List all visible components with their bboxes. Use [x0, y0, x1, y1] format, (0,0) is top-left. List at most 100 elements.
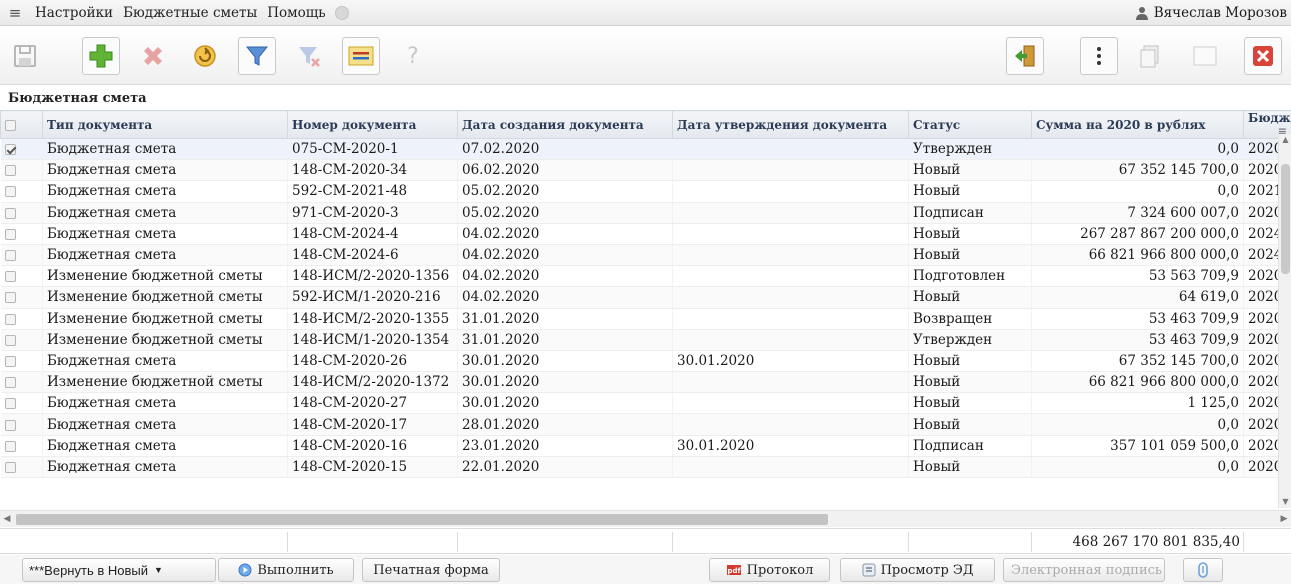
table-row[interactable]: Изменение бюджетной сметы 148-ИСМ/2-2020-… [0, 371, 1291, 394]
horizontal-scroll-thumb[interactable] [16, 514, 828, 525]
add-icon[interactable] [82, 37, 120, 75]
row-checkbox[interactable] [4, 398, 16, 410]
table-row[interactable]: Бюджетная смета 148-СМ-2020-34 06.02.2020 Н… [0, 159, 1291, 182]
table-row[interactable]: Бюджетная смета 971-СМ-2020-3 05.02.2020 По… [0, 202, 1291, 224]
column-header-status[interactable]: Статус [908, 110, 1032, 139]
column-header-number[interactable]: Номер документа [287, 110, 458, 139]
cell-approved [672, 392, 909, 415]
grid-title: Бюджетная смета [0, 86, 1291, 110]
close-icon[interactable] [1244, 37, 1282, 75]
row-checkbox-cell [0, 329, 43, 351]
cell-created: 04.02.2020 [457, 223, 673, 245]
scroll-up-icon[interactable]: ▲ [1279, 134, 1291, 146]
row-checkbox[interactable] [4, 419, 16, 431]
row-checkbox[interactable] [4, 440, 16, 452]
table-row[interactable]: Бюджетная смета 148-СМ-2024-4 04.02.2020 Но… [0, 223, 1291, 245]
cell-sum: 53 463 709,9 [1031, 329, 1244, 351]
table-row[interactable]: Бюджетная смета 148-СМ-2020-15 22.01.2020 Н… [0, 456, 1291, 479]
delete-icon[interactable] [134, 37, 172, 75]
row-checkbox[interactable] [4, 355, 16, 367]
row-checkbox[interactable] [4, 313, 16, 325]
view-ed-button[interactable]: Просмотр ЭД [840, 558, 995, 582]
table-row[interactable]: Бюджетная смета 148-СМ-2020-16 23.01.2020 3… [0, 435, 1291, 457]
protocol-button[interactable]: pdf Протокол [709, 558, 830, 582]
table-row[interactable]: Изменение бюджетной сметы 148-ИСМ/2-2020-… [0, 265, 1291, 288]
row-checkbox[interactable] [4, 292, 16, 304]
row-checkbox[interactable] [4, 186, 16, 198]
attachment-button[interactable] [1183, 558, 1223, 582]
horizontal-scrollbar[interactable]: ◀ ▶ [0, 510, 1291, 527]
document-view-icon [862, 563, 876, 577]
table-row[interactable]: Изменение бюджетной сметы 148-ИСМ/2-2020-… [0, 308, 1291, 330]
user-icon [1135, 7, 1148, 20]
e-signature-button[interactable]: Электронная подпись [1003, 558, 1165, 582]
table-row[interactable]: Бюджетная смета 148-СМ-2020-17 28.01.2020 Н… [0, 413, 1291, 436]
column-header-approved[interactable]: Дата утверждения документа [672, 110, 909, 139]
column-header-sum[interactable]: Сумма на 2020 в рублях [1031, 110, 1244, 139]
scroll-right-icon[interactable]: ▶ [1277, 511, 1291, 528]
select-all-checkbox[interactable] [5, 119, 16, 131]
row-checkbox[interactable] [4, 228, 16, 240]
table-row[interactable]: Бюджетная смета 148-СМ-2020-27 30.01.2020 Н… [0, 392, 1291, 415]
cell-type: Изменение бюджетной сметы [42, 265, 288, 288]
window-icon[interactable] [1186, 37, 1224, 75]
vertical-scroll-thumb[interactable] [1281, 164, 1290, 274]
table-row[interactable]: Бюджетная смета 148-СМ-2024-6 04.02.2020 Но… [0, 244, 1291, 267]
vertical-scrollbar[interactable]: ▲ ▼ [1278, 134, 1291, 508]
row-checkbox[interactable] [4, 207, 16, 219]
cell-created: 06.02.2020 [457, 159, 673, 182]
scroll-down-icon[interactable]: ▼ [1279, 496, 1291, 508]
table-row[interactable]: Изменение бюджетной сметы 592-ИСМ/1-2020-… [0, 286, 1291, 309]
column-header-created[interactable]: Дата создания документа [457, 110, 673, 139]
print-form-button[interactable]: Печатная форма [362, 558, 500, 582]
columns-icon[interactable] [342, 37, 380, 75]
documents-table: Тип документа Номер документа Дата созда… [0, 110, 1291, 479]
table-row[interactable]: Бюджетная смета 592-СМ-2021-48 05.02.2020 Н… [0, 180, 1291, 203]
exit-icon[interactable] [1006, 37, 1044, 75]
row-checkbox[interactable] [4, 377, 16, 389]
save-icon[interactable] [6, 37, 44, 75]
cell-sum: 53 463 709,9 [1031, 308, 1244, 330]
toolbar: ? [0, 27, 1291, 85]
filter-icon[interactable] [238, 37, 276, 75]
cell-status: Возвращен [908, 308, 1032, 330]
more-icon[interactable] [1080, 37, 1118, 75]
row-checkbox[interactable] [4, 461, 16, 473]
row-checkbox[interactable] [4, 271, 16, 283]
column-header-type[interactable]: Тип документа [42, 110, 288, 139]
table-row[interactable]: Изменение бюджетной сметы 148-ИСМ/1-2020-… [0, 329, 1291, 351]
cell-created: 07.02.2020 [457, 138, 673, 161]
refresh-icon[interactable] [186, 37, 224, 75]
row-checkbox[interactable] [4, 165, 16, 177]
action-select[interactable]: ***Вернуть в Новый ▼ [22, 558, 216, 582]
select-all-column[interactable] [0, 110, 43, 139]
menu-help[interactable]: Помощь [262, 5, 330, 21]
table-header: Тип документа Номер документа Дата созда… [0, 110, 1291, 139]
cell-approved [672, 413, 909, 436]
cell-number: 148-СМ-2024-6 [287, 244, 458, 267]
help-icon[interactable]: ? [394, 37, 432, 75]
table-row[interactable]: Бюджетная смета 148-СМ-2020-26 30.01.2020 3… [0, 350, 1291, 373]
user-menu[interactable]: Вячеслав Морозов [1135, 0, 1287, 26]
cell-sum: 64 619,0 [1031, 286, 1244, 309]
paperclip-icon [1198, 562, 1208, 578]
menu-settings[interactable]: Настройки [30, 5, 118, 21]
hamburger-menu-icon[interactable]: ≡ [0, 0, 30, 26]
cell-created: 31.01.2020 [457, 308, 673, 330]
execute-button[interactable]: Выполнить [218, 558, 354, 582]
cell-created: 31.01.2020 [457, 329, 673, 351]
action-select-value: ***Вернуть в Новый [29, 562, 148, 578]
row-checkbox[interactable] [4, 334, 16, 346]
menu-budget-estimates[interactable]: Бюджетные сметы [118, 5, 262, 21]
row-checkbox[interactable] [4, 144, 16, 156]
table-row[interactable]: Бюджетная смета 075-СМ-2020-1 07.02.2020 Ут… [0, 138, 1291, 161]
cell-number: 148-ИСМ/2-2020-1372 [287, 371, 458, 394]
clear-filter-icon[interactable] [290, 37, 328, 75]
cell-approved [672, 265, 909, 288]
help-circle-icon[interactable] [334, 5, 349, 20]
cell-type: Бюджетная смета [42, 223, 288, 245]
row-checkbox[interactable] [4, 250, 16, 262]
copy-icon[interactable] [1131, 37, 1169, 75]
cell-sum: 0,0 [1031, 138, 1244, 161]
scroll-left-icon[interactable]: ◀ [0, 511, 14, 528]
